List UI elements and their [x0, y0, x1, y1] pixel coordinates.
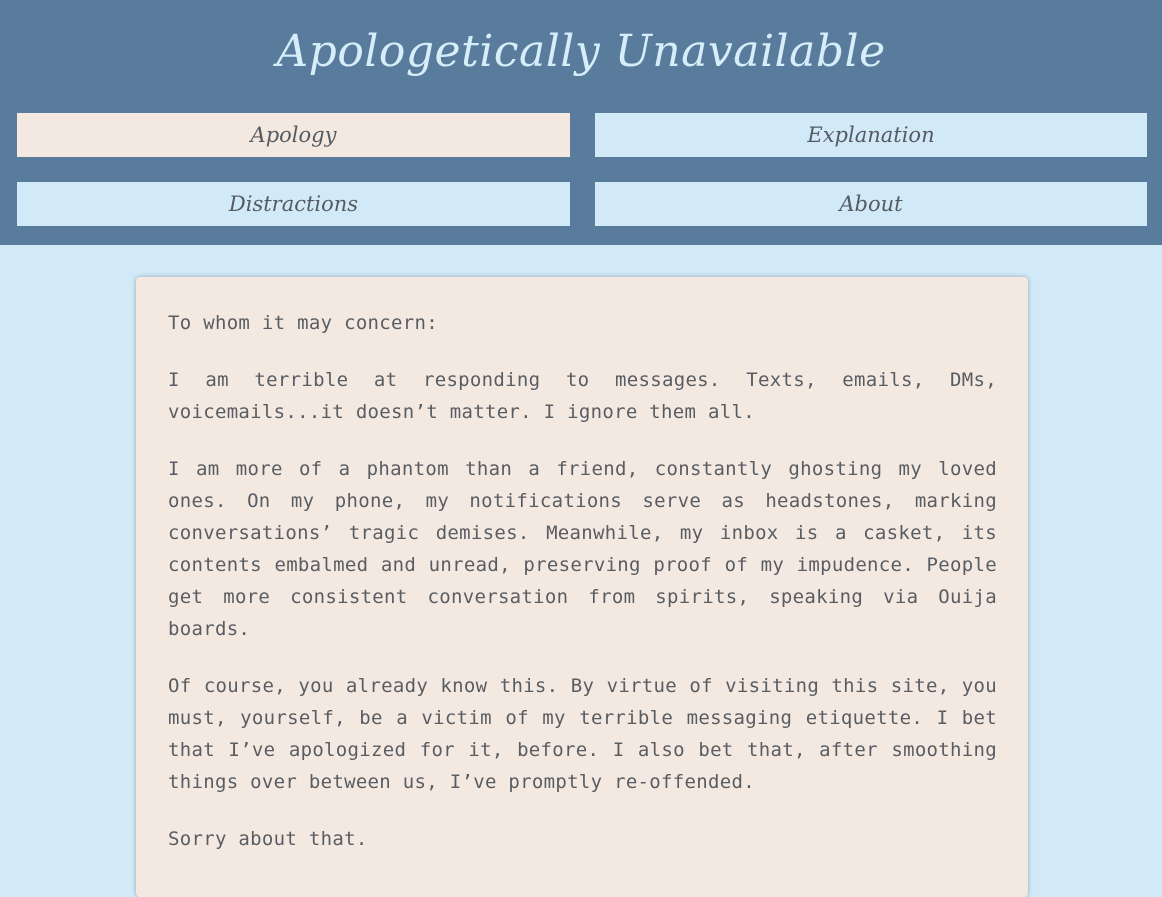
- letter-paragraph: Sorry about that.: [168, 828, 368, 850]
- nav-item-about[interactable]: About: [595, 182, 1147, 226]
- nav-item-distractions[interactable]: Distractions: [17, 182, 570, 226]
- letter-paragraph: I am more of a phantom than a friend, co…: [168, 458, 997, 640]
- letter-paragraph: Of course, you already know this. By vir…: [168, 675, 997, 793]
- site-header: Apologetically Unavailable Apology Expla…: [0, 0, 1162, 245]
- letter-paragraph: I am terrible at responding to messages.…: [168, 369, 997, 423]
- nav-item-explanation[interactable]: Explanation: [595, 113, 1147, 157]
- letter-salutation: To whom it may concern:: [168, 312, 438, 334]
- letter-card: To whom it may concern: I am terrible at…: [136, 277, 1028, 897]
- nav-item-apology[interactable]: Apology: [17, 113, 570, 157]
- site-title[interactable]: Apologetically Unavailable: [0, 22, 1162, 82]
